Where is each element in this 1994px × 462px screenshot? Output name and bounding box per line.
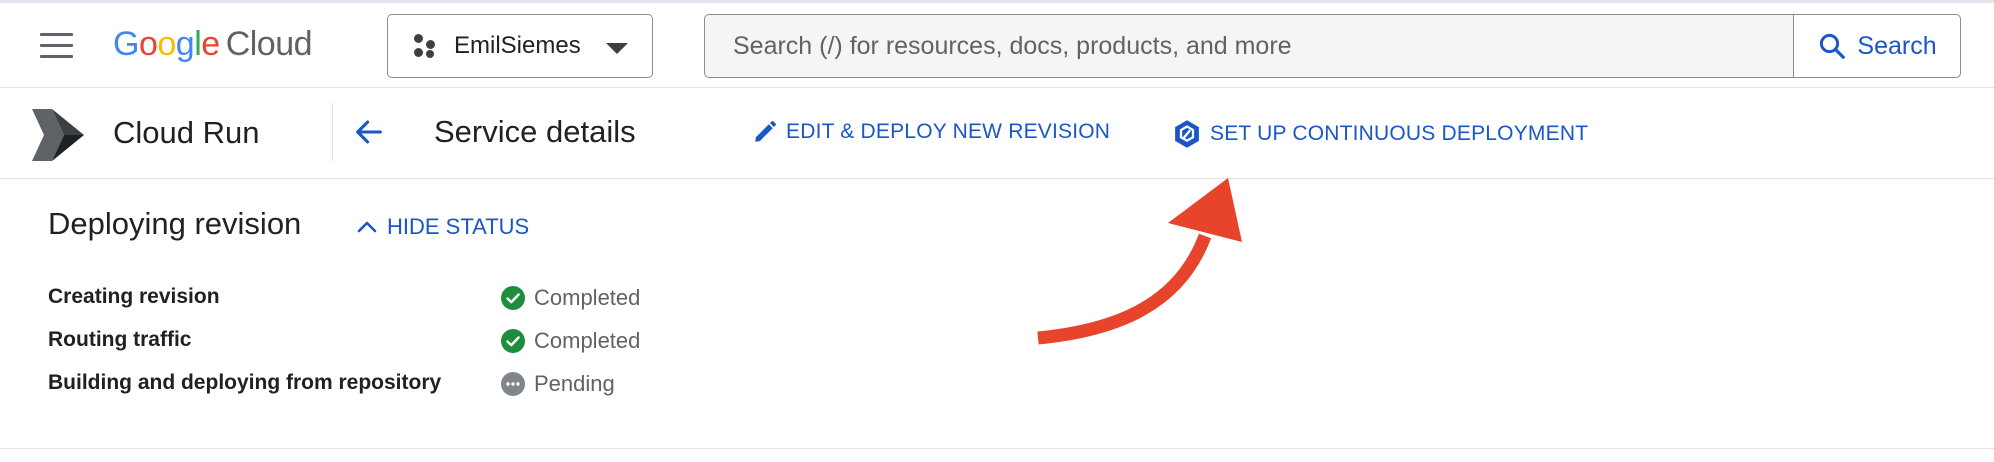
project-name: EmilSiemes — [454, 32, 581, 59]
search-bar: Search — [704, 14, 1961, 78]
pending-icon — [501, 372, 525, 396]
section-divider — [0, 448, 1994, 449]
service-toolbar: Cloud Run Service details EDIT & DEPLOY … — [0, 89, 1994, 179]
status-step-row: Routing traffic Completed — [48, 328, 748, 358]
dropdown-caret-icon — [606, 43, 628, 54]
status-step-row: Building and deploying from repository P… — [48, 371, 748, 401]
hide-status-button[interactable]: HIDE STATUS — [355, 214, 529, 240]
google-cloud-logo[interactable]: Google Cloud — [113, 25, 313, 64]
pencil-icon — [755, 120, 777, 142]
check-circle-icon — [501, 286, 525, 310]
menu-icon[interactable] — [40, 33, 76, 63]
cloud-run-logo-icon — [32, 109, 84, 161]
project-icon — [412, 32, 440, 60]
check-circle-icon — [501, 329, 525, 353]
product-name: Cloud Run — [113, 115, 260, 150]
step-state: Completed — [534, 328, 641, 353]
top-header: Google Cloud EmilSiemes Search — [0, 3, 1994, 88]
step-label: Building and deploying from repository — [48, 371, 442, 394]
project-selector[interactable]: EmilSiemes — [387, 14, 653, 78]
search-icon — [1820, 33, 1846, 59]
step-state: Completed — [534, 285, 641, 310]
edit-deploy-label: EDIT & DEPLOY NEW REVISION — [786, 120, 1111, 143]
step-state: Pending — [534, 371, 615, 396]
search-button-label: Search — [1857, 31, 1937, 60]
status-step-row: Creating revision Completed — [48, 285, 748, 315]
page-title: Service details — [434, 114, 636, 149]
continuous-deployment-label: SET UP CONTINUOUS DEPLOYMENT — [1210, 122, 1589, 145]
step-label: Creating revision — [48, 285, 220, 308]
cloud-build-icon — [1175, 120, 1199, 148]
edit-deploy-revision-button[interactable]: EDIT & DEPLOY NEW REVISION — [752, 119, 1110, 145]
search-button[interactable]: Search — [1793, 15, 1960, 77]
toolbar-divider — [332, 103, 333, 161]
step-label: Routing traffic — [48, 328, 192, 351]
hide-status-label: HIDE STATUS — [387, 214, 530, 239]
back-arrow-icon[interactable] — [352, 115, 386, 149]
status-title: Deploying revision — [48, 206, 302, 241]
continuous-deployment-button[interactable]: SET UP CONTINUOUS DEPLOYMENT — [1172, 119, 1588, 149]
chevron-up-icon — [357, 221, 377, 233]
search-input[interactable] — [705, 15, 1793, 77]
annotation-arrow-icon — [1037, 178, 1242, 345]
